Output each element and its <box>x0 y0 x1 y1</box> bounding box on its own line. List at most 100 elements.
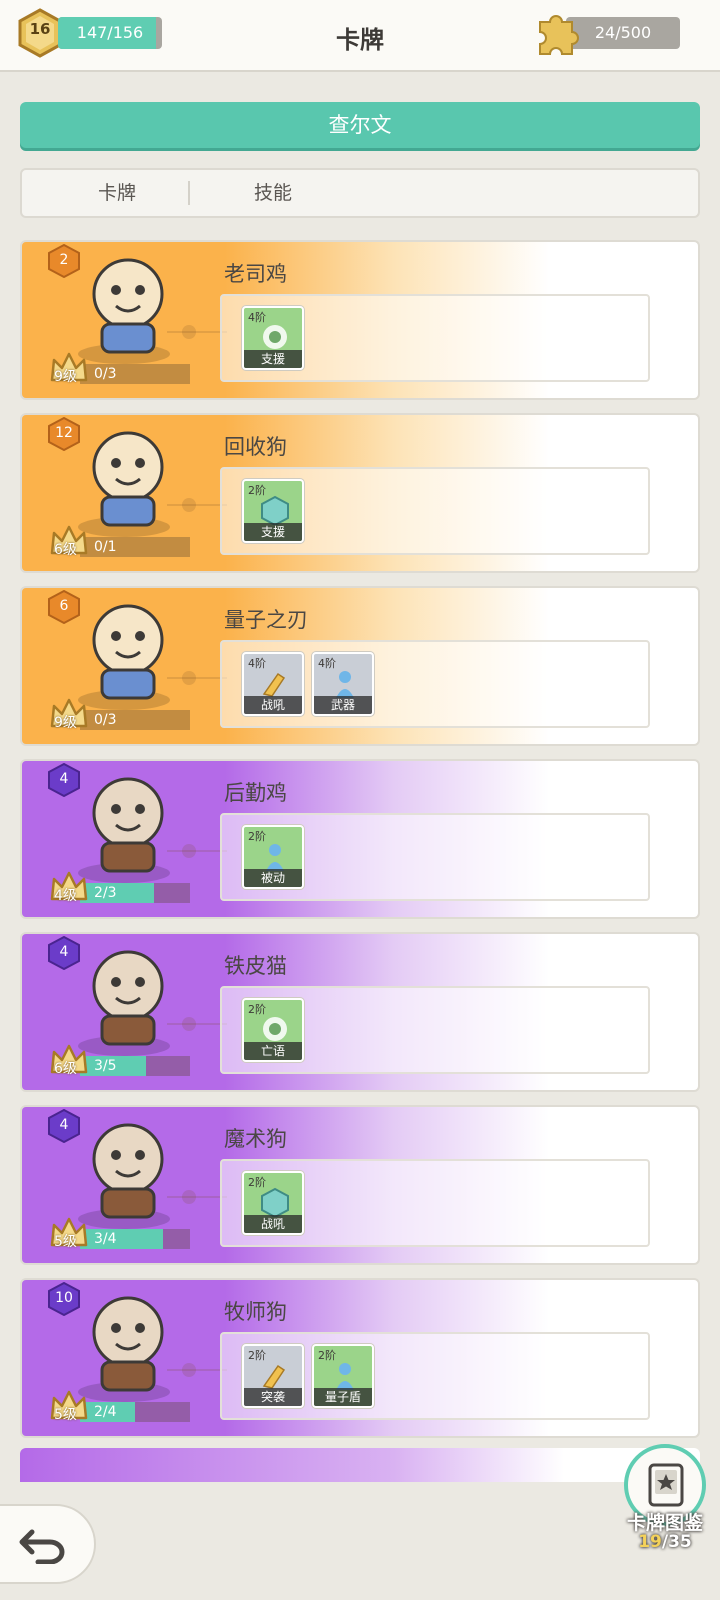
tab-divider <box>188 181 190 205</box>
card-progress-text: 0/3 <box>94 712 117 728</box>
card-level: 5级 <box>54 1234 77 1250</box>
rarity-number: 12 <box>55 425 73 441</box>
player-level: 16 <box>29 20 51 38</box>
rarity-number: 4 <box>59 944 69 960</box>
hero-name: 查尔文 <box>328 113 392 137</box>
puzzle-piece-icon <box>539 15 579 55</box>
xp-bar: 147/156 <box>58 17 162 49</box>
skill-emblem-icon <box>336 671 354 698</box>
card-row[interactable]: 4 4级 2/3 后勤鸡 2阶被动 <box>20 759 700 919</box>
skill-label: 亡语 <box>244 1042 302 1060</box>
tab-cards[interactable]: 卡牌 <box>62 170 172 216</box>
card-row[interactable]: 4 5级 3/4 魔术狗 2阶战吼 <box>20 1105 700 1265</box>
skill-slot-box: 4阶支援 <box>220 294 650 382</box>
skill-chip[interactable]: 2阶突袭 <box>242 1344 304 1408</box>
card-row[interactable]: 2 9级 0/3 老司鸡 4阶支援 <box>20 240 700 400</box>
back-arrow-icon <box>19 1529 65 1564</box>
skill-emblem-icon <box>261 1187 289 1217</box>
skill-label: 量子盾 <box>314 1388 372 1406</box>
skill-tier: 2阶 <box>248 1349 266 1362</box>
skill-label: 支援 <box>244 523 302 541</box>
skill-tier: 2阶 <box>248 484 266 497</box>
card-level: 5级 <box>54 1407 77 1423</box>
card-row[interactable]: 12 6级 0/1 回收狗 2阶支援 <box>20 413 700 573</box>
card-name: 后勤鸡 <box>224 781 287 805</box>
skill-tier: 2阶 <box>248 1003 266 1016</box>
card-row[interactable]: 10 5级 2/4 牧师狗 2阶 突袭 2阶 量子盾 <box>20 1278 700 1438</box>
rarity-number: 2 <box>59 252 69 268</box>
tab-bar: 卡牌 技能 <box>20 168 700 218</box>
card-name: 量子之刃 <box>224 608 308 632</box>
tab-skills[interactable]: 技能 <box>218 170 328 216</box>
skill-emblem-icon <box>262 1364 286 1389</box>
skill-slot-box: 2阶 突袭 2阶 量子盾 <box>220 1332 650 1420</box>
card-name: 魔术狗 <box>224 1127 287 1151</box>
card-progress-fill <box>80 883 154 903</box>
card-level: 6级 <box>54 542 77 558</box>
back-button[interactable] <box>0 1504 96 1584</box>
skill-label: 支援 <box>244 350 302 368</box>
card-progress-text: 3/4 <box>94 1231 117 1247</box>
card-level: 9级 <box>54 715 77 731</box>
card-row-partial[interactable] <box>20 1448 700 1482</box>
skill-emblem-icon <box>261 495 289 525</box>
card-list[interactable]: 2 9级 0/3 老司鸡 4阶 支援 12 6级 0/1 回收狗 2阶 支援 6 9级 0/3 量子之刃 4阶战… <box>20 240 700 1482</box>
skill-label: 被动 <box>244 869 302 887</box>
skill-label: 战吼 <box>244 696 302 714</box>
skill-emblem-icon <box>263 325 287 349</box>
rarity-number: 4 <box>59 1117 69 1133</box>
card-name: 回收狗 <box>224 435 287 459</box>
skill-tier: 4阶 <box>248 657 266 670</box>
skill-emblem-icon <box>266 844 284 871</box>
card-level: 4级 <box>54 888 77 904</box>
skill-chip[interactable]: 2阶支援 <box>242 479 304 543</box>
top-bar: 147/156 16 卡牌 24/500 <box>0 0 720 72</box>
puzzle-count-text: 24/500 <box>594 23 652 42</box>
skill-emblem-icon <box>262 672 286 697</box>
skill-tier: 4阶 <box>318 657 336 670</box>
skill-chip[interactable]: 2阶亡语 <box>242 998 304 1062</box>
card-level: 6级 <box>54 1061 77 1077</box>
card-progress-text: 2/4 <box>94 1404 117 1420</box>
card-name: 老司鸡 <box>224 262 287 286</box>
card-progress-text: 0/1 <box>94 539 117 555</box>
skill-label: 突袭 <box>244 1388 302 1406</box>
card-progress-text: 0/3 <box>94 366 117 382</box>
skill-slot-box: 2阶亡语 <box>220 986 650 1074</box>
skill-chip[interactable]: 2阶量子盾 <box>312 1344 374 1408</box>
skill-tier: 2阶 <box>248 830 266 843</box>
skill-emblem-icon <box>263 1017 287 1041</box>
skill-chip[interactable]: 2阶战吼 <box>242 1171 304 1235</box>
skill-slot-box: 4阶 战吼 4阶 武器 <box>220 640 650 728</box>
rarity-number: 4 <box>59 771 69 787</box>
rarity-number: 10 <box>55 1290 73 1306</box>
skill-chip[interactable]: 4阶支援 <box>242 306 304 370</box>
card-codex-label: 卡牌图鉴 <box>626 1512 703 1534</box>
card-name: 铁皮猫 <box>224 954 287 978</box>
page-title: 卡牌 <box>336 26 384 54</box>
skill-label: 武器 <box>314 696 372 714</box>
skill-chip[interactable]: 4阶战吼 <box>242 652 304 716</box>
skill-slot-box: 2阶被动 <box>220 813 650 901</box>
card-progress-text: 2/3 <box>94 885 117 901</box>
rarity-number: 6 <box>59 598 69 614</box>
puzzle-counter: 24/500 <box>566 17 680 49</box>
card-level: 9级 <box>54 369 77 385</box>
skill-label: 战吼 <box>244 1215 302 1233</box>
skill-slot-box: 2阶战吼 <box>220 1159 650 1247</box>
xp-text: 147/156 <box>76 23 144 42</box>
card-row[interactable]: 4 6级 3/5 铁皮猫 2阶亡语 <box>20 932 700 1092</box>
card-codex-count: 19/35 <box>612 1532 718 1552</box>
skill-chip[interactable]: 4阶武器 <box>312 652 374 716</box>
hero-name-banner: 查尔文 <box>20 102 700 148</box>
skill-slot-box: 2阶支援 <box>220 467 650 555</box>
codex-current: 19 <box>638 1532 662 1552</box>
skill-tier: 2阶 <box>248 1176 266 1189</box>
card-row[interactable]: 6 9级 0/3 量子之刃 4阶 战吼 4阶 武器 <box>20 586 700 746</box>
codex-total: /35 <box>661 1532 692 1552</box>
skill-tier: 2阶 <box>318 1349 336 1362</box>
card-progress-text: 3/5 <box>94 1058 117 1074</box>
card-name: 牧师狗 <box>224 1300 287 1324</box>
skill-chip[interactable]: 2阶被动 <box>242 825 304 889</box>
skill-tier: 4阶 <box>248 311 266 324</box>
